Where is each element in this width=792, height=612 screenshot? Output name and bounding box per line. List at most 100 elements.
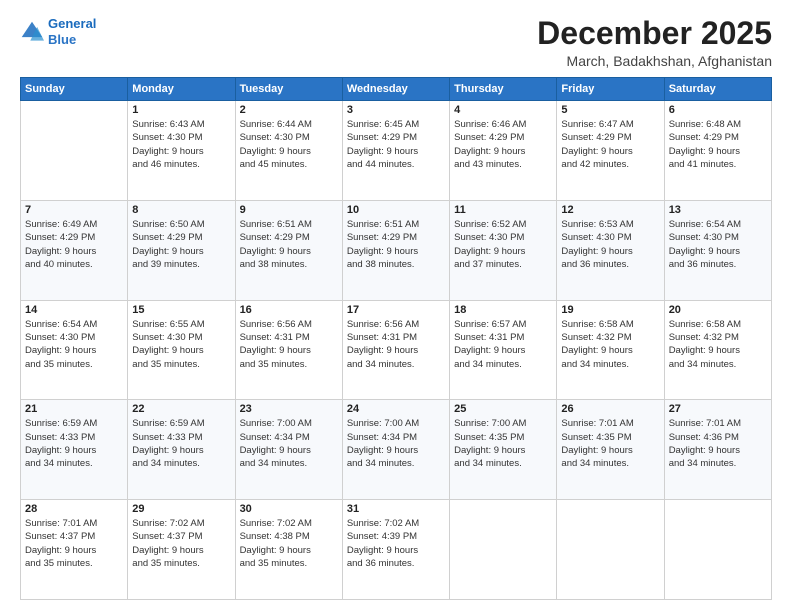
day-cell: 26Sunrise: 7:01 AM Sunset: 4:35 PM Dayli…	[557, 400, 664, 500]
day-info: Sunrise: 6:54 AM Sunset: 4:30 PM Dayligh…	[669, 218, 767, 271]
day-cell: 14 Sunrise: 6:54 AM Sunset: 4:30 PM Dayli…	[21, 300, 128, 400]
col-header-friday: Friday	[557, 78, 664, 101]
day-number: 2	[240, 104, 338, 116]
day-info: Sunrise: 6:56 AM Sunset: 4:31 PM Dayligh…	[240, 318, 338, 371]
day-cell: 23 Sunrise: 7:00 AM Sunset: 4:34 PM Dayli…	[235, 400, 342, 500]
day-number: 29	[132, 503, 230, 515]
day-number: 13	[669, 204, 767, 216]
day-cell	[450, 500, 557, 600]
day-number: 12	[561, 204, 659, 216]
day-number: 15	[132, 304, 230, 316]
day-number: 25	[454, 403, 552, 415]
day-cell: 3 Sunrise: 6:45 AM Sunset: 4:29 PM Daylig…	[342, 101, 449, 201]
week-row-1: 1 Sunrise: 6:43 AM Sunset: 4:30 PM Daylig…	[21, 101, 772, 201]
logo: General Blue	[20, 16, 96, 47]
day-cell: 6 Sunrise: 6:48 AM Sunset: 4:29 PM Daylig…	[664, 101, 771, 201]
day-cell: 21 Sunrise: 6:59 AM Sunset: 4:33 PM Dayli…	[21, 400, 128, 500]
day-number: 6	[669, 104, 767, 116]
day-cell: 10Sunrise: 6:51 AM Sunset: 4:29 PM Dayli…	[342, 200, 449, 300]
week-row-5: 28 Sunrise: 7:01 AM Sunset: 4:37 PM Dayli…	[21, 500, 772, 600]
day-number: 31	[347, 503, 445, 515]
day-cell: 2 Sunrise: 6:44 AM Sunset: 4:30 PM Daylig…	[235, 101, 342, 201]
calendar-body: 1 Sunrise: 6:43 AM Sunset: 4:30 PM Daylig…	[21, 101, 772, 600]
day-info: Sunrise: 6:59 AM Sunset: 4:33 PM Dayligh…	[132, 417, 230, 470]
day-cell: 28 Sunrise: 7:01 AM Sunset: 4:37 PM Dayli…	[21, 500, 128, 600]
day-info: Sunrise: 7:00 AM Sunset: 4:34 PM Dayligh…	[240, 417, 338, 470]
day-info: Sunrise: 6:44 AM Sunset: 4:30 PM Dayligh…	[240, 118, 338, 171]
week-row-2: 7Sunrise: 6:49 AM Sunset: 4:29 PM Daylig…	[21, 200, 772, 300]
day-cell: 15Sunrise: 6:55 AM Sunset: 4:30 PM Dayli…	[128, 300, 235, 400]
title-block: December 2025 March, Badakhshan, Afghani…	[537, 16, 772, 69]
day-info: Sunrise: 7:01 AM Sunset: 4:35 PM Dayligh…	[561, 417, 659, 470]
day-info: Sunrise: 7:00 AM Sunset: 4:34 PM Dayligh…	[347, 417, 445, 470]
day-number: 19	[561, 304, 659, 316]
day-cell: 12 Sunrise: 6:53 AM Sunset: 4:30 PM Dayli…	[557, 200, 664, 300]
day-info: Sunrise: 6:54 AM Sunset: 4:30 PM Dayligh…	[25, 318, 123, 371]
day-cell: 1 Sunrise: 6:43 AM Sunset: 4:30 PM Daylig…	[128, 101, 235, 201]
day-cell: 27Sunrise: 7:01 AM Sunset: 4:36 PM Dayli…	[664, 400, 771, 500]
day-cell: 4Sunrise: 6:46 AM Sunset: 4:29 PM Daylig…	[450, 101, 557, 201]
day-info: Sunrise: 6:51 AM Sunset: 4:29 PM Dayligh…	[240, 218, 338, 271]
col-header-tuesday: Tuesday	[235, 78, 342, 101]
day-info: Sunrise: 6:48 AM Sunset: 4:29 PM Dayligh…	[669, 118, 767, 171]
day-info: Sunrise: 7:00 AM Sunset: 4:35 PM Dayligh…	[454, 417, 552, 470]
day-info: Sunrise: 7:01 AM Sunset: 4:37 PM Dayligh…	[25, 517, 123, 570]
day-number: 16	[240, 304, 338, 316]
day-number: 30	[240, 503, 338, 515]
day-info: Sunrise: 6:58 AM Sunset: 4:32 PM Dayligh…	[561, 318, 659, 371]
day-cell: 5Sunrise: 6:47 AM Sunset: 4:29 PM Daylig…	[557, 101, 664, 201]
day-info: Sunrise: 6:50 AM Sunset: 4:29 PM Dayligh…	[132, 218, 230, 271]
day-number: 20	[669, 304, 767, 316]
day-info: Sunrise: 7:02 AM Sunset: 4:37 PM Dayligh…	[132, 517, 230, 570]
day-info: Sunrise: 6:53 AM Sunset: 4:30 PM Dayligh…	[561, 218, 659, 271]
day-number: 27	[669, 403, 767, 415]
day-number: 28	[25, 503, 123, 515]
day-number: 17	[347, 304, 445, 316]
calendar-header-row: SundayMondayTuesdayWednesdayThursdayFrid…	[21, 78, 772, 101]
day-number: 1	[132, 104, 230, 116]
day-number: 24	[347, 403, 445, 415]
day-number: 21	[25, 403, 123, 415]
day-number: 7	[25, 204, 123, 216]
day-number: 11	[454, 204, 552, 216]
day-cell	[21, 101, 128, 201]
day-info: Sunrise: 6:45 AM Sunset: 4:29 PM Dayligh…	[347, 118, 445, 171]
day-number: 14	[25, 304, 123, 316]
day-info: Sunrise: 6:58 AM Sunset: 4:32 PM Dayligh…	[669, 318, 767, 371]
day-number: 18	[454, 304, 552, 316]
main-title: December 2025	[537, 16, 772, 51]
week-row-4: 21 Sunrise: 6:59 AM Sunset: 4:33 PM Dayli…	[21, 400, 772, 500]
day-info: Sunrise: 7:02 AM Sunset: 4:38 PM Dayligh…	[240, 517, 338, 570]
day-info: Sunrise: 6:52 AM Sunset: 4:30 PM Dayligh…	[454, 218, 552, 271]
day-cell: 31Sunrise: 7:02 AM Sunset: 4:39 PM Dayli…	[342, 500, 449, 600]
week-row-3: 14 Sunrise: 6:54 AM Sunset: 4:30 PM Dayli…	[21, 300, 772, 400]
day-number: 23	[240, 403, 338, 415]
day-cell: 29 Sunrise: 7:02 AM Sunset: 4:37 PM Dayli…	[128, 500, 235, 600]
day-number: 9	[240, 204, 338, 216]
day-cell: 11 Sunrise: 6:52 AM Sunset: 4:30 PM Dayli…	[450, 200, 557, 300]
day-info: Sunrise: 6:47 AM Sunset: 4:29 PM Dayligh…	[561, 118, 659, 171]
day-cell: 13 Sunrise: 6:54 AM Sunset: 4:30 PM Dayli…	[664, 200, 771, 300]
day-cell: 8Sunrise: 6:50 AM Sunset: 4:29 PM Daylig…	[128, 200, 235, 300]
day-info: Sunrise: 6:51 AM Sunset: 4:29 PM Dayligh…	[347, 218, 445, 271]
day-cell: 25 Sunrise: 7:00 AM Sunset: 4:35 PM Dayli…	[450, 400, 557, 500]
day-info: Sunrise: 6:56 AM Sunset: 4:31 PM Dayligh…	[347, 318, 445, 371]
day-cell	[557, 500, 664, 600]
day-number: 3	[347, 104, 445, 116]
day-cell: 20 Sunrise: 6:58 AM Sunset: 4:32 PM Dayli…	[664, 300, 771, 400]
day-info: Sunrise: 6:43 AM Sunset: 4:30 PM Dayligh…	[132, 118, 230, 171]
day-cell: 18Sunrise: 6:57 AM Sunset: 4:31 PM Dayli…	[450, 300, 557, 400]
day-info: Sunrise: 6:59 AM Sunset: 4:33 PM Dayligh…	[25, 417, 123, 470]
logo-blue: Blue	[48, 32, 76, 47]
day-cell: 9 Sunrise: 6:51 AM Sunset: 4:29 PM Daylig…	[235, 200, 342, 300]
day-number: 4	[454, 104, 552, 116]
col-header-thursday: Thursday	[450, 78, 557, 101]
day-cell	[664, 500, 771, 600]
col-header-sunday: Sunday	[21, 78, 128, 101]
day-cell: 19 Sunrise: 6:58 AM Sunset: 4:32 PM Dayli…	[557, 300, 664, 400]
logo-text: General Blue	[48, 16, 96, 47]
day-cell: 16 Sunrise: 6:56 AM Sunset: 4:31 PM Dayli…	[235, 300, 342, 400]
day-cell: 22Sunrise: 6:59 AM Sunset: 4:33 PM Dayli…	[128, 400, 235, 500]
col-header-wednesday: Wednesday	[342, 78, 449, 101]
calendar-table: SundayMondayTuesdayWednesdayThursdayFrid…	[20, 77, 772, 600]
